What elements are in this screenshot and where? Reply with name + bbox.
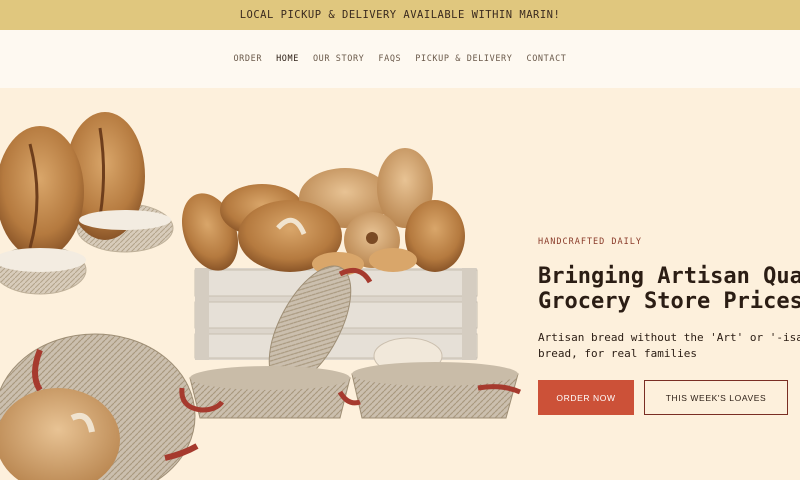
announcement-bar: LOCAL PICKUP & DELIVERY AVAILABLE WITHIN… xyxy=(0,0,800,30)
this-weeks-loaves-button[interactable]: THIS WEEK'S LOAVES xyxy=(644,380,788,415)
announcement-text: LOCAL PICKUP & DELIVERY AVAILABLE WITHIN… xyxy=(239,9,561,21)
bread-baskets-image xyxy=(0,112,522,480)
nav-item-contact[interactable]: CONTACT xyxy=(526,54,566,64)
hero-eyebrow: HANDCRAFTED DAILY xyxy=(538,237,642,247)
hero-headline: Bringing Artisan Quality Grocery Store P… xyxy=(538,264,800,314)
hero-subtext-line1: Artisan bread without the 'Art' or '-isa… xyxy=(538,331,800,344)
order-now-button[interactable]: ORDER NOW xyxy=(538,380,634,415)
left-bottom-basket-group xyxy=(0,333,199,480)
hero-subtext-line2: bread, for real families xyxy=(538,347,697,360)
left-top-bread-group xyxy=(0,112,174,295)
crate-bread-pile xyxy=(181,148,465,276)
hero-subtext: Artisan bread without the 'Art' or '-isa… xyxy=(538,330,800,362)
hero-headline-line2: Grocery Store Prices xyxy=(538,289,800,314)
nav-item-order[interactable]: ORDER xyxy=(233,54,262,64)
nav-item-home[interactable]: HOME xyxy=(276,54,299,64)
nav-item-faqs[interactable]: FAQS xyxy=(378,54,401,64)
nav-item-pickup-delivery[interactable]: PICKUP & DELIVERY xyxy=(415,54,512,64)
hero-headline-line1: Bringing Artisan Quality xyxy=(538,264,800,289)
nav-item-our-story[interactable]: OUR STORY xyxy=(313,54,364,64)
main-nav: ORDER HOME OUR STORY FAQS PICKUP & DELIV… xyxy=(0,30,800,88)
hero-section: HANDCRAFTED DAILY Bringing Artisan Quali… xyxy=(0,88,800,480)
